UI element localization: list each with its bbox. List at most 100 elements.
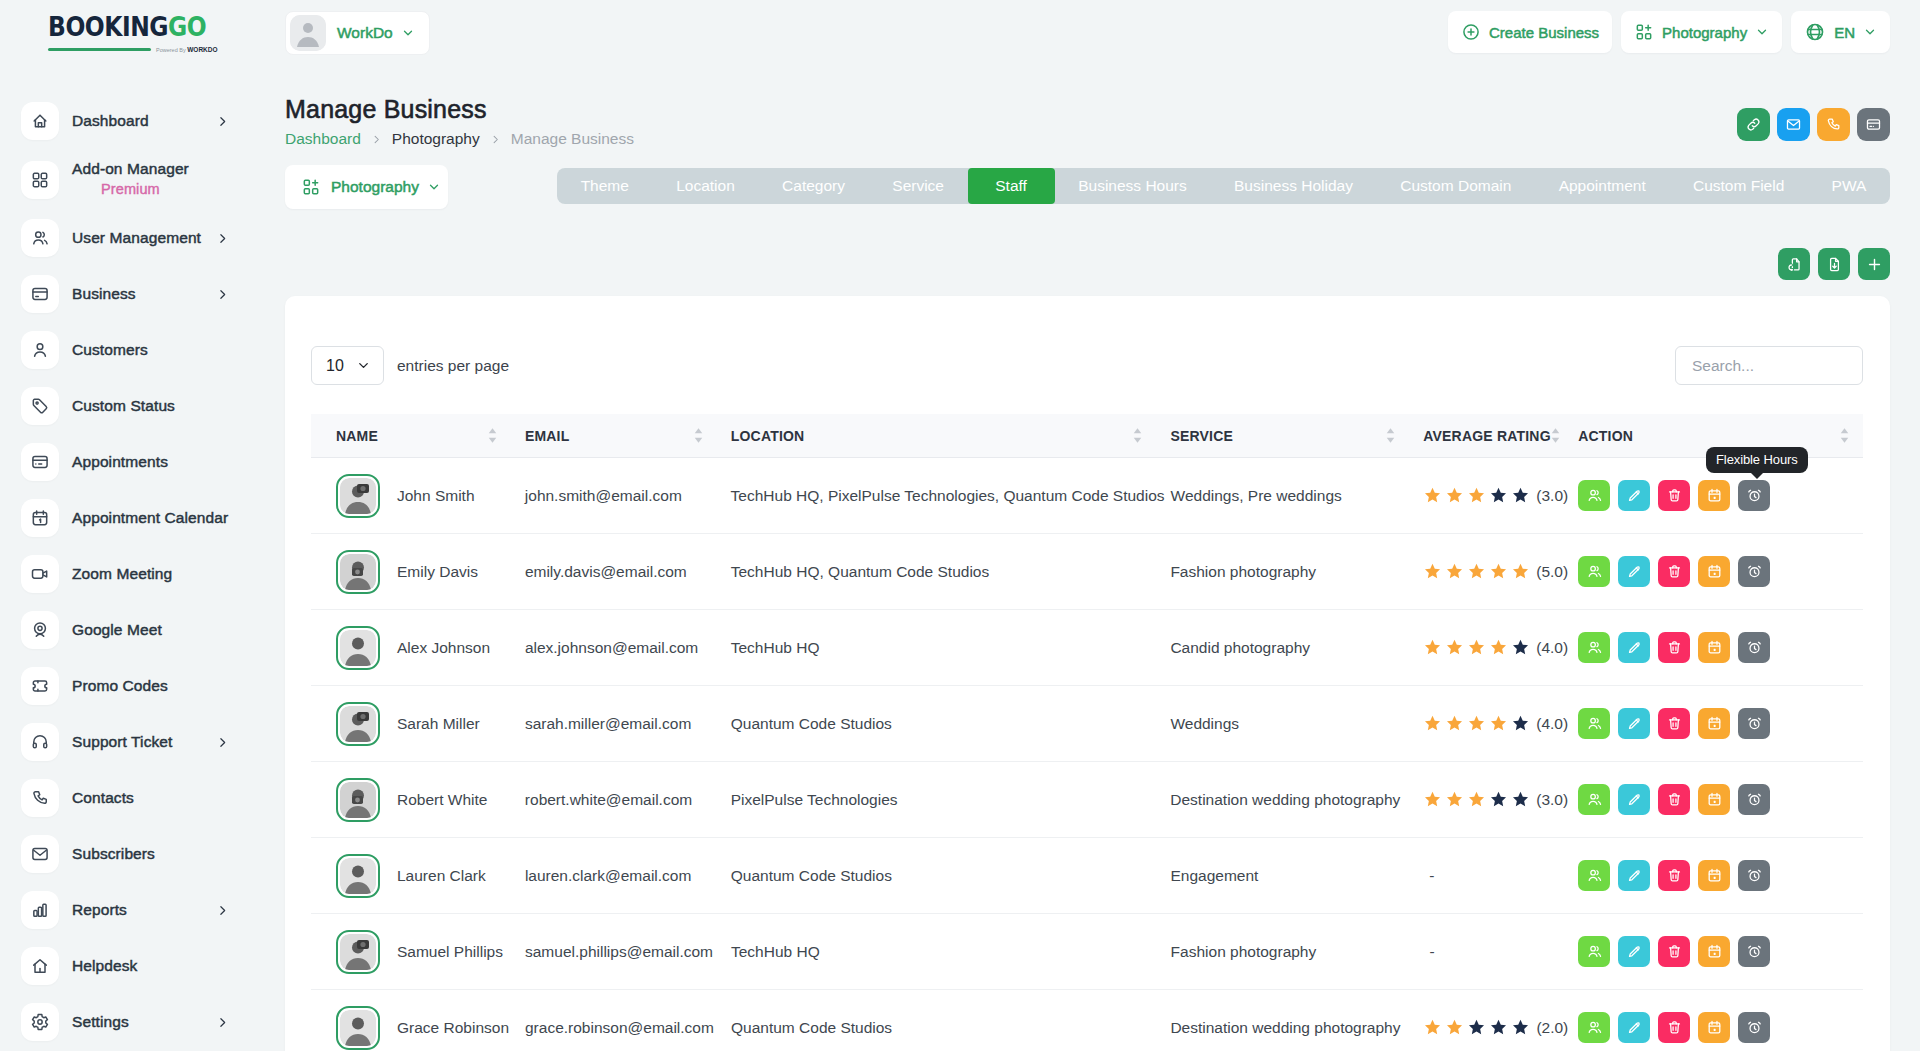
tab-appointment[interactable]: Appointment <box>1535 168 1669 204</box>
tab-pwa[interactable]: PWA <box>1808 168 1890 204</box>
column-header-name[interactable]: NAME <box>311 428 511 444</box>
workspace-selector[interactable]: WorkDo <box>285 11 430 55</box>
flexible-hours-button[interactable] <box>1738 784 1770 815</box>
tab-theme[interactable]: Theme <box>557 168 653 204</box>
edit-button[interactable] <box>1618 860 1650 891</box>
column-header-action[interactable]: ACTION <box>1564 428 1863 444</box>
search-input[interactable] <box>1675 346 1863 385</box>
staff-users-button[interactable] <box>1578 1012 1610 1043</box>
edit-button[interactable] <box>1618 936 1650 967</box>
sidebar-item-contacts[interactable]: Contacts <box>0 770 265 826</box>
edit-button[interactable] <box>1618 1012 1650 1043</box>
tab-staff[interactable]: Staff <box>968 168 1055 204</box>
sidebar-item-helpdesk[interactable]: Helpdesk <box>0 938 265 994</box>
tab-custom-domain[interactable]: Custom Domain <box>1377 168 1535 204</box>
flexible-hours-button[interactable] <box>1738 556 1770 587</box>
schedule-button[interactable] <box>1698 936 1730 967</box>
staff-users-button[interactable] <box>1578 936 1610 967</box>
phone-button[interactable] <box>1817 108 1850 141</box>
flexible-hours-button[interactable] <box>1738 632 1770 663</box>
schedule-button[interactable] <box>1698 556 1730 587</box>
edit-button[interactable] <box>1618 632 1650 663</box>
schedule-button[interactable] <box>1698 480 1730 511</box>
delete-button[interactable] <box>1658 708 1690 739</box>
column-header-average-rating[interactable]: AVERAGE RATING <box>1409 428 1564 444</box>
sidebar-item-business[interactable]: Business <box>0 266 265 322</box>
sidebar-item-appointment-calendar[interactable]: Appointment Calendar <box>0 490 265 546</box>
column-header-email[interactable]: EMAIL <box>511 428 717 444</box>
import-button[interactable] <box>1778 248 1810 280</box>
flexible-hours-button[interactable] <box>1738 936 1770 967</box>
sidebar-item-support-ticket[interactable]: Support Ticket <box>0 714 265 770</box>
tab-location[interactable]: Location <box>653 168 759 204</box>
delete-button[interactable] <box>1658 480 1690 511</box>
tab-service[interactable]: Service <box>869 168 968 204</box>
staff-users-button[interactable] <box>1578 708 1610 739</box>
flexible-hours-button[interactable] <box>1738 1012 1770 1043</box>
create-business-button[interactable]: Create Business <box>1448 11 1612 53</box>
tab-business-holiday[interactable]: Business Holiday <box>1210 168 1376 204</box>
sort-icon[interactable] <box>1133 428 1142 443</box>
sidebar-item-promo-codes[interactable]: Promo Codes <box>0 658 265 714</box>
delete-button[interactable] <box>1658 860 1690 891</box>
schedule-button[interactable] <box>1698 1012 1730 1043</box>
edit-button[interactable] <box>1618 556 1650 587</box>
flexible-hours-button[interactable] <box>1738 480 1770 511</box>
sidebar-item-customers[interactable]: Customers <box>0 322 265 378</box>
schedule-button[interactable] <box>1698 632 1730 663</box>
sidebar-item-add-on-manager[interactable]: Add-on ManagerPremium <box>0 149 265 210</box>
sort-icon[interactable] <box>1840 428 1849 443</box>
card-button[interactable] <box>1857 108 1890 141</box>
add-staff-button[interactable] <box>1858 248 1890 280</box>
edit-button[interactable] <box>1618 784 1650 815</box>
breadcrumb-item[interactable]: Dashboard <box>285 130 361 148</box>
star-icon <box>1445 638 1464 657</box>
entries-per-page-select[interactable]: 10 <box>311 346 384 385</box>
tab-category[interactable]: Category <box>758 168 868 204</box>
staff-users-button[interactable] <box>1578 860 1610 891</box>
sidebar-item-reports[interactable]: Reports <box>0 882 265 938</box>
sidebar-item-custom-status[interactable]: Custom Status <box>0 378 265 434</box>
schedule-button[interactable] <box>1698 708 1730 739</box>
sidebar-item-subscribers[interactable]: Subscribers <box>0 826 265 882</box>
edit-button[interactable] <box>1618 480 1650 511</box>
business-switcher-button[interactable]: Photography <box>1621 11 1782 53</box>
delete-button[interactable] <box>1658 936 1690 967</box>
delete-button[interactable] <box>1658 556 1690 587</box>
breadcrumb-item[interactable]: Photography <box>392 130 480 148</box>
staff-users-button[interactable] <box>1578 556 1610 587</box>
staff-users-button[interactable] <box>1578 632 1610 663</box>
flexible-hours-button[interactable] <box>1738 708 1770 739</box>
logo[interactable]: BOOKINGGO Powered By WORKDO <box>48 13 218 53</box>
export-button[interactable] <box>1818 248 1850 280</box>
business-select[interactable]: Photography <box>285 165 448 209</box>
edit-button[interactable] <box>1618 708 1650 739</box>
sidebar-item-user-management[interactable]: User Management <box>0 210 265 266</box>
column-header-service[interactable]: SERVICE <box>1156 428 1409 444</box>
sort-icon[interactable] <box>1386 428 1395 443</box>
sidebar-item-appointments[interactable]: Appointments <box>0 434 265 490</box>
staff-users-button[interactable] <box>1578 784 1610 815</box>
schedule-button[interactable] <box>1698 784 1730 815</box>
sidebar-item-label: Appointments <box>72 452 168 473</box>
copy-link-button[interactable] <box>1737 108 1770 141</box>
sidebar-item-dashboard[interactable]: Dashboard <box>0 93 265 149</box>
flexible-hours-button[interactable] <box>1738 860 1770 891</box>
column-header-location[interactable]: LOCATION <box>717 428 1157 444</box>
delete-button[interactable] <box>1658 784 1690 815</box>
sort-icon[interactable] <box>488 428 497 443</box>
sidebar-item-zoom-meeting[interactable]: Zoom Meeting <box>0 546 265 602</box>
delete-button[interactable] <box>1658 1012 1690 1043</box>
sidebar-item-google-meet[interactable]: Google Meet <box>0 602 265 658</box>
tab-business-hours[interactable]: Business Hours <box>1055 168 1211 204</box>
sort-icon[interactable] <box>1551 428 1560 443</box>
star-icon <box>1423 1018 1442 1037</box>
language-button[interactable]: EN <box>1791 11 1890 53</box>
sort-icon[interactable] <box>694 428 703 443</box>
tab-custom-field[interactable]: Custom Field <box>1669 168 1808 204</box>
delete-button[interactable] <box>1658 632 1690 663</box>
email-button[interactable] <box>1777 108 1810 141</box>
staff-users-button[interactable] <box>1578 480 1610 511</box>
schedule-button[interactable] <box>1698 860 1730 891</box>
sidebar-item-settings[interactable]: Settings <box>0 994 265 1050</box>
